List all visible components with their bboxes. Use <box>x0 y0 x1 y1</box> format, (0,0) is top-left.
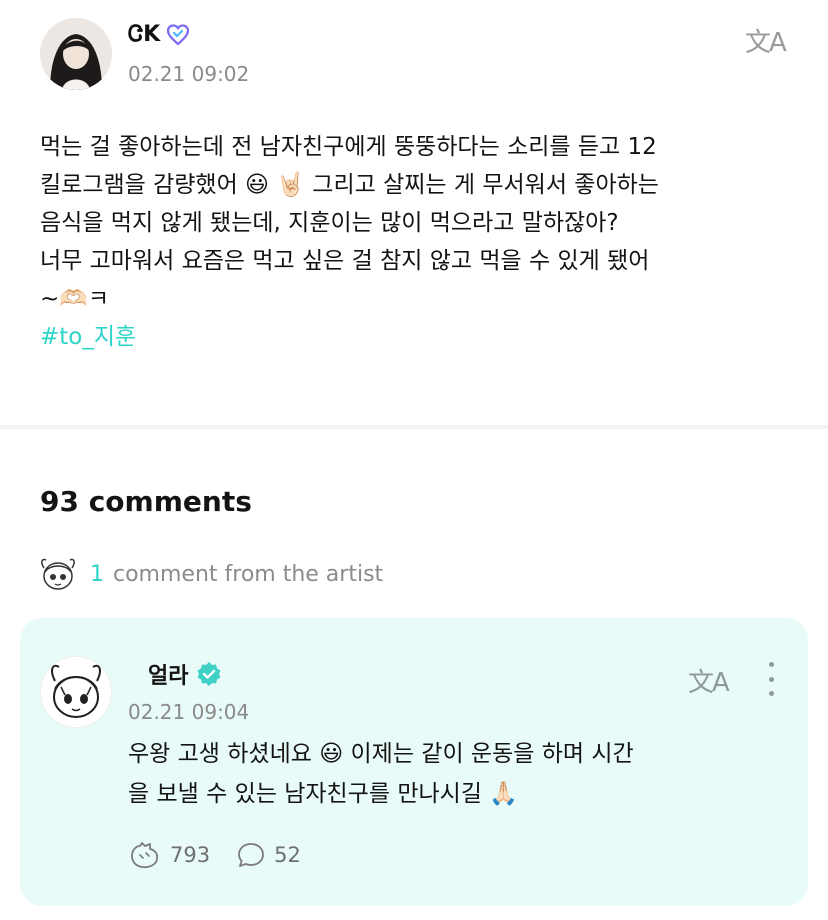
artist-name[interactable]: 얼라 <box>148 658 222 690</box>
author-name[interactable]: ᏣK <box>128 22 190 47</box>
comment-line: 을 보낼 수 있는 남자친구를 만나시길 🙏🏻 <box>128 781 518 807</box>
post-line: 킬로그램을 감량했어 😃 🤘🏻 그리고 살찌는 게 무서워서 좋아하는 <box>40 172 659 198</box>
post-line: 먹는 걸 좋아하는데 전 남자친구에게 뚱뚱하다는 소리를 듣고 12 <box>40 134 657 160</box>
author-avatar[interactable] <box>40 18 112 90</box>
hashtag-link[interactable]: #to_지훈 <box>40 318 800 356</box>
artist-avatar-icon <box>41 558 75 590</box>
post-line: 음식을 먹지 않게 됐는데, 지훈이는 많이 먹으라고 말하잖아? <box>40 210 619 236</box>
artist-comment-label: comment from the artist <box>113 561 384 587</box>
comment-bubble-icon <box>238 843 264 867</box>
fan-heart-badge-icon <box>167 23 190 45</box>
cheer-icon <box>131 842 159 869</box>
artist-name-text[interactable]: 얼라 <box>148 658 188 690</box>
post-date: 02.21 09:02 <box>128 62 250 86</box>
translate-icon[interactable]: 文A <box>688 662 730 699</box>
post: ᏣK 02.21 09:02 文A 먹는 걸 좋아하는데 전 남자친구에게 뚱뚱… <box>0 0 828 425</box>
verified-badge-icon <box>197 662 221 686</box>
artist-comment-card: 얼라 02.21 09:04 文A 우왕 고생 하셨네요 😃 이제는 같이 운동… <box>20 618 808 906</box>
artist-comment-body: 우왕 고생 하셨네요 😃 이제는 같이 운동을 하며 시간 을 보낼 수 있는 … <box>128 734 788 814</box>
artist-comment-filter[interactable]: 1 comment from the artist <box>36 556 383 592</box>
author-name-text[interactable]: ᏣK <box>128 22 160 47</box>
section-divider <box>0 425 828 429</box>
comment-line: 우왕 고생 하셨네요 😃 이제는 같이 운동을 하며 시간 <box>128 741 634 767</box>
post-body: 먹는 걸 좋아하는데 전 남자친구에게 뚱뚱하다는 소리를 듣고 12 킬로그램… <box>40 128 800 356</box>
more-options-icon[interactable] <box>766 662 776 696</box>
like-button[interactable]: 793 <box>128 840 210 870</box>
like-count: 793 <box>170 843 211 867</box>
translate-icon[interactable]: 文A <box>745 22 787 59</box>
artist-avatar[interactable] <box>40 656 112 728</box>
artist-comment-date: 02.21 09:04 <box>128 700 250 724</box>
comments-count-heading: 93 comments <box>40 485 252 518</box>
post-line: ~🫶🏻ㅋ <box>40 286 110 312</box>
artist-comment-count: 1 <box>90 561 104 587</box>
reply-count: 52 <box>274 843 301 867</box>
comment-actions: 793 52 <box>128 840 327 870</box>
post-line: 너무 고마워서 요즘은 먹고 싶은 걸 참지 않고 먹을 수 있게 됐어 <box>40 248 650 274</box>
reply-button[interactable]: 52 <box>236 840 301 870</box>
